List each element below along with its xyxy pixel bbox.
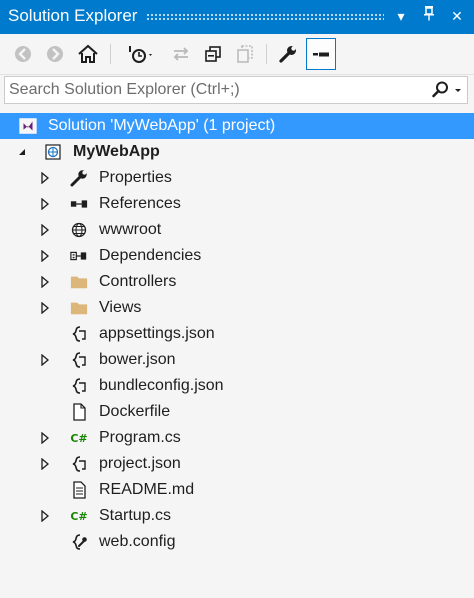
json-file-icon	[70, 455, 88, 473]
sync-arrows-icon	[173, 47, 189, 61]
preview-selected-items-button[interactable]	[306, 38, 336, 70]
pin-icon[interactable]	[418, 5, 440, 27]
expand-triangle-icon[interactable]	[38, 269, 52, 295]
solution-label: Solution 'MyWebApp' (1 project)	[48, 117, 276, 134]
search-icon	[432, 81, 448, 98]
expand-triangle-icon[interactable]	[38, 347, 52, 373]
tree-item-dockerfile[interactable]: Dockerfile	[0, 399, 474, 425]
search-input[interactable]	[9, 79, 417, 101]
tree-item-bower-json[interactable]: bower.json	[0, 347, 474, 373]
json-file-icon	[70, 377, 88, 395]
show-all-files-button[interactable]	[232, 39, 258, 69]
tree-item-web-config[interactable]: web.config	[0, 529, 474, 555]
close-icon[interactable]: ✕	[446, 5, 468, 27]
collapse-all-icon	[205, 46, 221, 62]
toolbar-separator	[110, 44, 111, 64]
tree-item-startup-cs[interactable]: C# Startup.cs	[0, 503, 474, 529]
collapse-triangle-icon[interactable]	[15, 139, 29, 165]
tree-item-views[interactable]: Views	[0, 295, 474, 321]
pending-changes-filter-button[interactable]	[118, 39, 162, 69]
tree-item-label: appsettings.json	[99, 325, 215, 342]
visual-studio-solution-icon	[19, 117, 37, 135]
preview-icon	[313, 52, 329, 57]
collapse-all-button[interactable]	[200, 39, 226, 69]
folder-icon	[70, 273, 88, 291]
tree-item-project[interactable]: MyWebApp	[0, 139, 474, 165]
title-drag-grip[interactable]	[146, 13, 384, 20]
tree-item-label: web.config	[99, 533, 176, 550]
dependencies-icon	[70, 247, 88, 265]
search-options-button[interactable]	[427, 80, 463, 100]
tree-item-label: Views	[99, 299, 142, 316]
window-menu-dropdown-icon[interactable]: ▾	[390, 5, 412, 27]
csharp-file-icon: C#	[70, 431, 88, 445]
wrench-icon	[279, 46, 296, 63]
toolbar-separator	[266, 44, 267, 64]
tree-item-wwwroot[interactable]: wwwroot	[0, 217, 474, 243]
folder-icon	[70, 299, 88, 317]
tree-item-label: project.json	[99, 455, 181, 472]
sync-with-active-document-button[interactable]	[168, 39, 194, 69]
csharp-file-icon: C#	[70, 509, 88, 523]
globe-icon	[70, 221, 88, 239]
tree-item-label: bower.json	[99, 351, 176, 368]
tree-item-readme-md[interactable]: README.md	[0, 477, 474, 503]
expand-triangle-icon[interactable]	[38, 451, 52, 477]
search-box	[4, 76, 468, 104]
json-file-icon	[70, 325, 88, 343]
forward-button[interactable]	[42, 39, 68, 69]
tree-item-label: bundleconfig.json	[99, 377, 224, 394]
tree-item-dependencies[interactable]: Dependencies	[0, 243, 474, 269]
tree-item-label: wwwroot	[99, 221, 162, 238]
tree-item-label: README.md	[99, 481, 195, 498]
show-all-files-icon	[237, 45, 253, 63]
expand-triangle-icon[interactable]	[38, 217, 52, 243]
expand-triangle-icon[interactable]	[38, 425, 52, 451]
project-label: MyWebApp	[73, 143, 160, 160]
tree-item-solution[interactable]: Solution 'MyWebApp' (1 project)	[0, 113, 474, 139]
web-project-icon	[44, 143, 62, 161]
tree-item-controllers[interactable]: Controllers	[0, 269, 474, 295]
back-button[interactable]	[10, 39, 36, 69]
home-icon	[78, 44, 98, 63]
references-icon	[70, 195, 88, 213]
tree-item-label: Dependencies	[99, 247, 202, 264]
wrench-icon	[70, 169, 88, 187]
window-title-bar: Solution Explorer ▾ ✕	[0, 0, 474, 34]
config-file-icon	[70, 533, 88, 551]
tree-item-label: Startup.cs	[99, 507, 172, 524]
tree-item-program-cs[interactable]: C# Program.cs	[0, 425, 474, 451]
tree-item-label: Properties	[99, 169, 172, 186]
home-button[interactable]	[74, 39, 102, 69]
tree-item-references[interactable]: References	[0, 191, 474, 217]
tree-item-label: Program.cs	[99, 429, 181, 446]
tree-item-label: Controllers	[99, 273, 177, 290]
tree-item-properties[interactable]: Properties	[0, 165, 474, 191]
chevron-down-icon	[455, 89, 461, 92]
tree-item-appsettings-json[interactable]: appsettings.json	[0, 321, 474, 347]
expand-triangle-icon[interactable]	[38, 503, 52, 529]
file-icon	[70, 403, 88, 421]
toolbar	[0, 34, 474, 75]
json-file-icon	[70, 351, 88, 369]
solution-tree: Solution 'MyWebApp' (1 project) MyWebApp…	[0, 113, 474, 555]
tree-item-project-json[interactable]: project.json	[0, 451, 474, 477]
forward-icon	[47, 46, 63, 62]
text-file-icon	[70, 481, 88, 499]
tree-item-bundleconfig-json[interactable]: bundleconfig.json	[0, 373, 474, 399]
tree-item-label: References	[99, 195, 181, 212]
back-icon	[15, 46, 31, 62]
expand-triangle-icon[interactable]	[38, 165, 52, 191]
expand-triangle-icon[interactable]	[38, 191, 52, 217]
expand-triangle-icon[interactable]	[38, 243, 52, 269]
clock-filter-icon	[129, 46, 152, 63]
expand-triangle-icon[interactable]	[38, 295, 52, 321]
tree-item-label: Dockerfile	[99, 403, 171, 420]
window-title: Solution Explorer	[8, 6, 138, 25]
properties-button[interactable]	[274, 39, 302, 69]
